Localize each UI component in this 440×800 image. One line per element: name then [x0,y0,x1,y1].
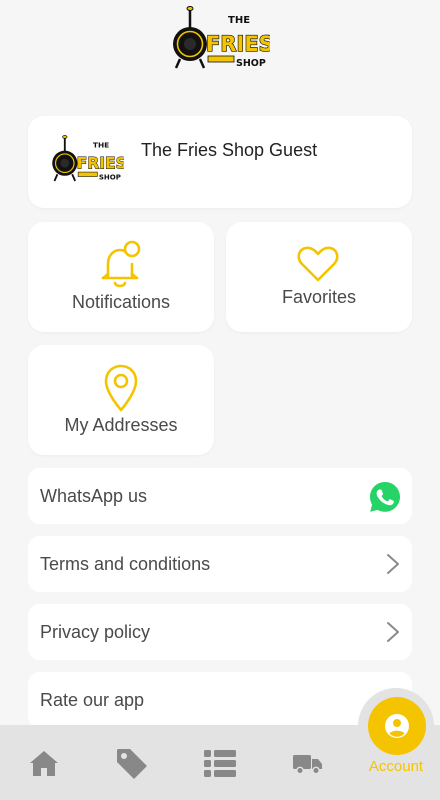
nav-account-label[interactable]: Account [352,758,440,775]
brand-logo: THE FRIES SHOP [173,6,270,69]
tag-icon [117,749,147,779]
nav-home[interactable] [0,725,88,800]
whatsapp-icon [370,482,400,512]
addresses-tile[interactable]: My Addresses [28,345,214,455]
profile-avatar-logo: THE FRIES SHOP [52,135,124,181]
nav-orders[interactable] [176,725,264,800]
svg-text:THE: THE [228,15,250,26]
favorites-tile[interactable]: Favorites [226,222,412,332]
location-pin-icon [104,364,138,412]
privacy-row[interactable]: Privacy policy [28,604,412,660]
profile-name: The Fries Shop Guest [141,140,318,160]
terms-row[interactable]: Terms and conditions [28,536,412,592]
privacy-label: Privacy policy [40,622,151,642]
nav-delivery[interactable] [264,725,352,800]
chevron-right-icon [387,622,399,642]
svg-text:SHOP: SHOP [99,172,121,181]
rate-app-label: Rate our app [40,690,145,710]
home-icon [30,751,58,776]
svg-text:SHOP: SHOP [236,58,266,69]
whatsapp-row[interactable]: WhatsApp us [28,468,412,524]
bell-icon [101,240,141,288]
heart-icon [297,246,339,282]
svg-text:FRIES: FRIES [206,32,270,56]
user-icon [385,714,409,738]
nav-account-button[interactable] [368,697,426,755]
addresses-label: My Addresses [64,415,178,435]
terms-label: Terms and conditions [40,554,211,574]
svg-text:THE: THE [93,141,109,150]
truck-icon [293,755,322,775]
favorites-label: Favorites [281,287,357,307]
notifications-tile[interactable]: Notifications [28,222,214,332]
list-icon [204,750,236,777]
rate-app-row[interactable]: Rate our app [28,672,412,728]
chevron-right-icon [387,554,399,574]
nav-offers[interactable] [88,725,176,800]
whatsapp-label: WhatsApp us [40,486,148,506]
notifications-label: Notifications [71,292,171,312]
svg-text:FRIES: FRIES [77,154,124,172]
account-screen: THE FRIES SHOP The Fries Shop Guest THE … [0,0,440,800]
